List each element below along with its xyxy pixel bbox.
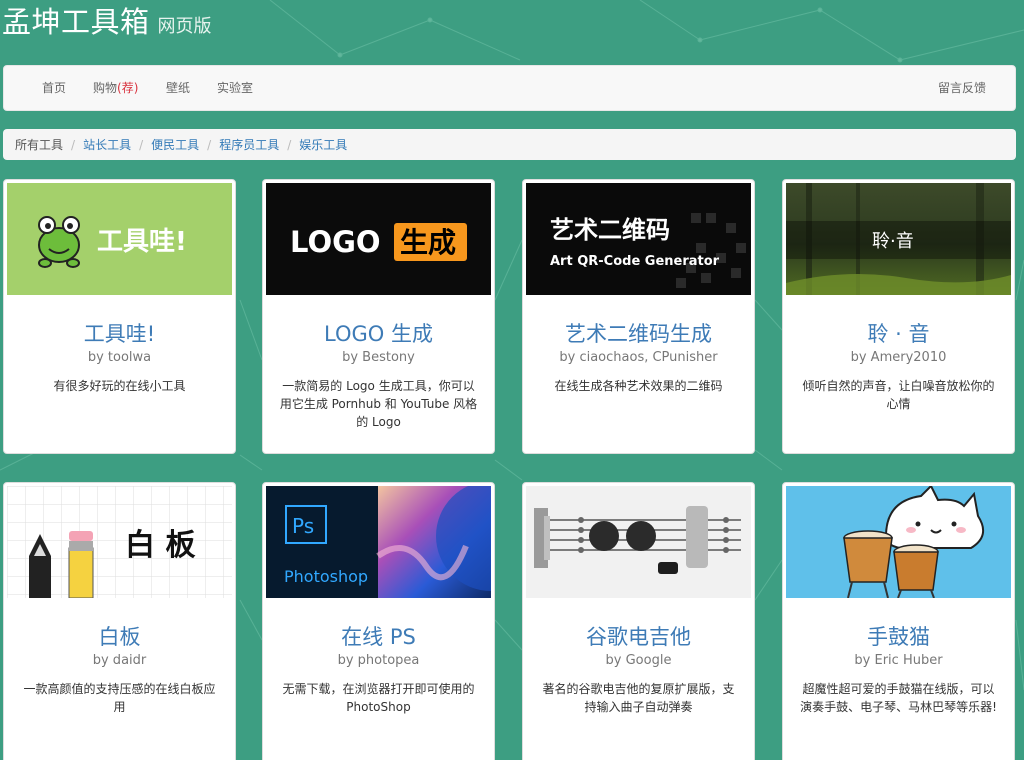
- breadcrumb-separator: /: [139, 137, 144, 152]
- tool-author: by Eric Huber: [854, 653, 943, 668]
- breadcrumb-separator: /: [71, 137, 76, 152]
- tool-title[interactable]: 工具哇!: [4, 318, 235, 348]
- category-convenience[interactable]: 便民工具: [151, 136, 199, 153]
- thumb-label-right: 生成: [400, 226, 456, 259]
- nav-wallpaper-link[interactable]: 壁纸: [166, 66, 190, 110]
- tool-description: 一款高颜值的支持压感的在线白板应用: [23, 682, 216, 714]
- photoshop-thumbnail: Ps Photoshop: [266, 486, 491, 598]
- thumb-label: 聆·音: [872, 231, 914, 252]
- tool-thumbnail: [526, 486, 751, 598]
- nav-home-link[interactable]: 首页: [42, 66, 66, 110]
- tool-card-whiteboard[interactable]: 白 板 白板 by daidr 一款高颜值的支持压感的在线白板应用: [3, 482, 236, 760]
- tool-card-google-guitar[interactable]: 谷歌电吉他 by Google 著名的谷歌电吉他的复原扩展版，支持输入曲子自动弹…: [522, 482, 755, 760]
- tool-card-online-ps[interactable]: Ps Photoshop 在线 PS by photopea 无需下载，在浏览器…: [262, 482, 495, 760]
- frog-logo-thumbnail: 工具哇!: [7, 183, 232, 295]
- tool-card-lingyin[interactable]: 聆·音 聆 · 音 by Amery2010 倾听自然的声音，让白噪音放松你的心…: [782, 179, 1015, 454]
- thumb-badge: Ps: [292, 514, 314, 538]
- thumb-label: 白 板: [125, 528, 195, 563]
- tool-description: 一款简易的 Logo 生成工具，你可以用它生成 Pornhub 和 YouTub…: [279, 379, 478, 429]
- tool-card-toolwa[interactable]: 工具哇! 工具哇! by toolwa 有很多好玩的在线小工具: [3, 179, 236, 454]
- tool-description: 无需下载，在浏览器打开即可使用的 PhotoShop: [282, 682, 475, 714]
- tool-title[interactable]: 在线 PS: [263, 621, 494, 651]
- tool-description: 有很多好玩的在线小工具: [53, 379, 186, 393]
- tool-card-bongo-cat[interactable]: 手鼓猫 by Eric Huber 超魔性超可爱的手鼓猫在线版，可以演奏手鼓、电…: [782, 482, 1015, 760]
- nav-feedback-link[interactable]: 留言反馈: [938, 66, 986, 110]
- site-title[interactable]: 孟坤工具箱: [2, 0, 150, 44]
- thumb-label: Photoshop: [284, 567, 368, 586]
- nav-shop-recommend-badge: (荐): [117, 81, 139, 95]
- tool-author: by Google: [605, 653, 672, 668]
- category-breadcrumb: 所有工具 / 站长工具 / 便民工具 / 程序员工具 / 娱乐工具: [3, 129, 1016, 160]
- category-entertainment[interactable]: 娱乐工具: [299, 136, 347, 153]
- thumb-label: 工具哇!: [97, 227, 187, 257]
- tool-author: by photopea: [337, 653, 420, 668]
- category-all[interactable]: 所有工具: [15, 136, 63, 153]
- nav-lab-link[interactable]: 实验室: [217, 66, 253, 110]
- tool-thumbnail: 聆·音: [786, 183, 1011, 295]
- tool-title[interactable]: 艺术二维码生成: [523, 318, 754, 348]
- nav-shop-label: 购物: [93, 81, 118, 95]
- tool-title[interactable]: LOGO 生成: [263, 318, 494, 348]
- tool-description: 倾听自然的声音，让白噪音放松你的心情: [802, 379, 995, 411]
- art-qrcode-thumbnail: 艺术二维码 Art QR-Code Generator: [526, 183, 751, 295]
- tool-thumbnail: 艺术二维码 Art QR-Code Generator: [526, 183, 751, 295]
- site-subtitle: 网页版: [157, 16, 212, 37]
- tool-title[interactable]: 聆 · 音: [783, 318, 1014, 348]
- tool-thumbnail: Ps Photoshop: [266, 486, 491, 598]
- tool-card-logo-generator[interactable]: LOGO 生成 LOGO 生成 by Bestony 一款简易的 Logo 生成…: [262, 179, 495, 454]
- category-programmer[interactable]: 程序员工具: [219, 136, 279, 153]
- tool-description: 超魔性超可爱的手鼓猫在线版，可以演奏手鼓、电子琴、马林巴琴等乐器!: [800, 682, 997, 714]
- pencil-icon: [68, 531, 94, 598]
- tool-card-art-qrcode[interactable]: 艺术二维码 Art QR-Code Generator 艺术二维码生成 by c…: [522, 179, 755, 454]
- electric-guitar-thumbnail: [526, 486, 751, 598]
- category-webmaster[interactable]: 站长工具: [83, 136, 131, 153]
- thumb-sublabel: Art QR-Code Generator: [550, 254, 720, 269]
- forest-photo-thumbnail: 聆·音: [786, 183, 1011, 295]
- tool-author: by Amery2010: [850, 350, 947, 365]
- site-header: 孟坤工具箱 网页版: [2, 0, 212, 44]
- breadcrumb-separator: /: [287, 137, 292, 152]
- tool-author: by Bestony: [342, 350, 415, 365]
- tool-title[interactable]: 手鼓猫: [783, 621, 1014, 651]
- thumb-label: 艺术二维码: [550, 216, 670, 244]
- nav-shop-link[interactable]: 购物(荐): [93, 66, 138, 110]
- bongo-cat-thumbnail: [786, 486, 1011, 598]
- tool-thumbnail: [786, 486, 1011, 598]
- logo-generator-thumbnail: LOGO 生成: [266, 183, 491, 295]
- tool-thumbnail: 工具哇!: [7, 183, 232, 295]
- thumb-label-left: LOGO: [290, 225, 381, 259]
- tool-title[interactable]: 谷歌电吉他: [523, 621, 754, 651]
- top-navbar: 首页 购物(荐) 壁纸 实验室 留言反馈: [3, 65, 1016, 111]
- tool-author: by toolwa: [87, 350, 152, 365]
- whiteboard-thumbnail: 白 板: [7, 486, 232, 598]
- tool-description: 著名的谷歌电吉他的复原扩展版，支持输入曲子自动弹奏: [542, 682, 735, 714]
- tool-author: by ciaochaos, CPunisher: [559, 350, 718, 365]
- tool-author: by daidr: [92, 653, 147, 668]
- breadcrumb-separator: /: [207, 137, 212, 152]
- tool-title[interactable]: 白板: [4, 621, 235, 651]
- tool-thumbnail: LOGO 生成: [266, 183, 491, 295]
- tool-thumbnail: 白 板: [7, 486, 232, 598]
- tool-description: 在线生成各种艺术效果的二维码: [554, 379, 723, 393]
